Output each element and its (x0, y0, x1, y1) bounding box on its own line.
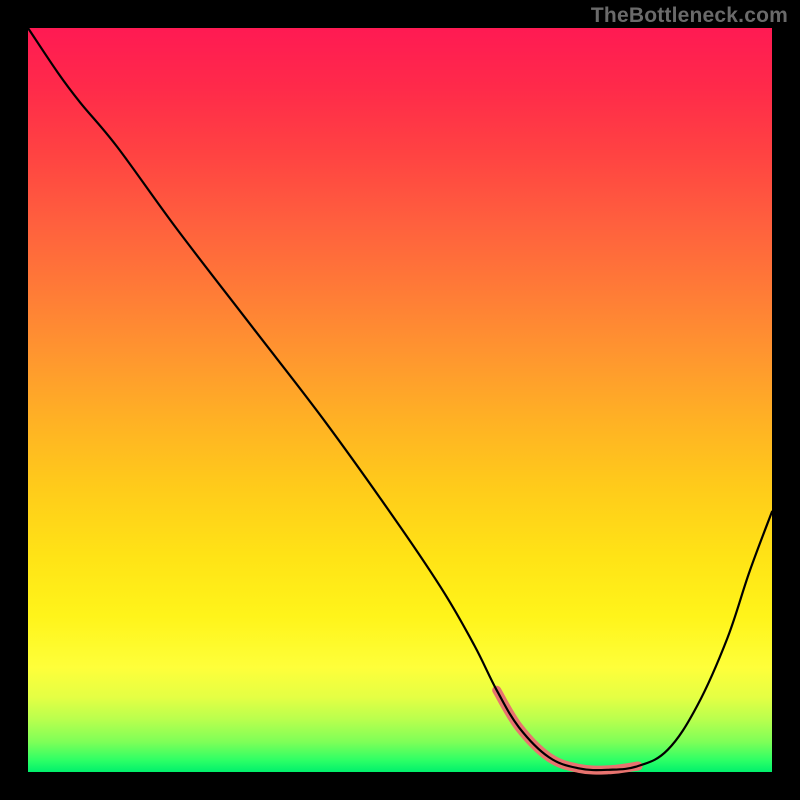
bottleneck-highlight (497, 690, 638, 770)
curve-svg (28, 28, 772, 772)
watermark-label: TheBottleneck.com (591, 4, 788, 28)
plot-area (28, 28, 772, 772)
chart-frame: TheBottleneck.com (0, 0, 800, 800)
bottleneck-curve (28, 28, 772, 770)
